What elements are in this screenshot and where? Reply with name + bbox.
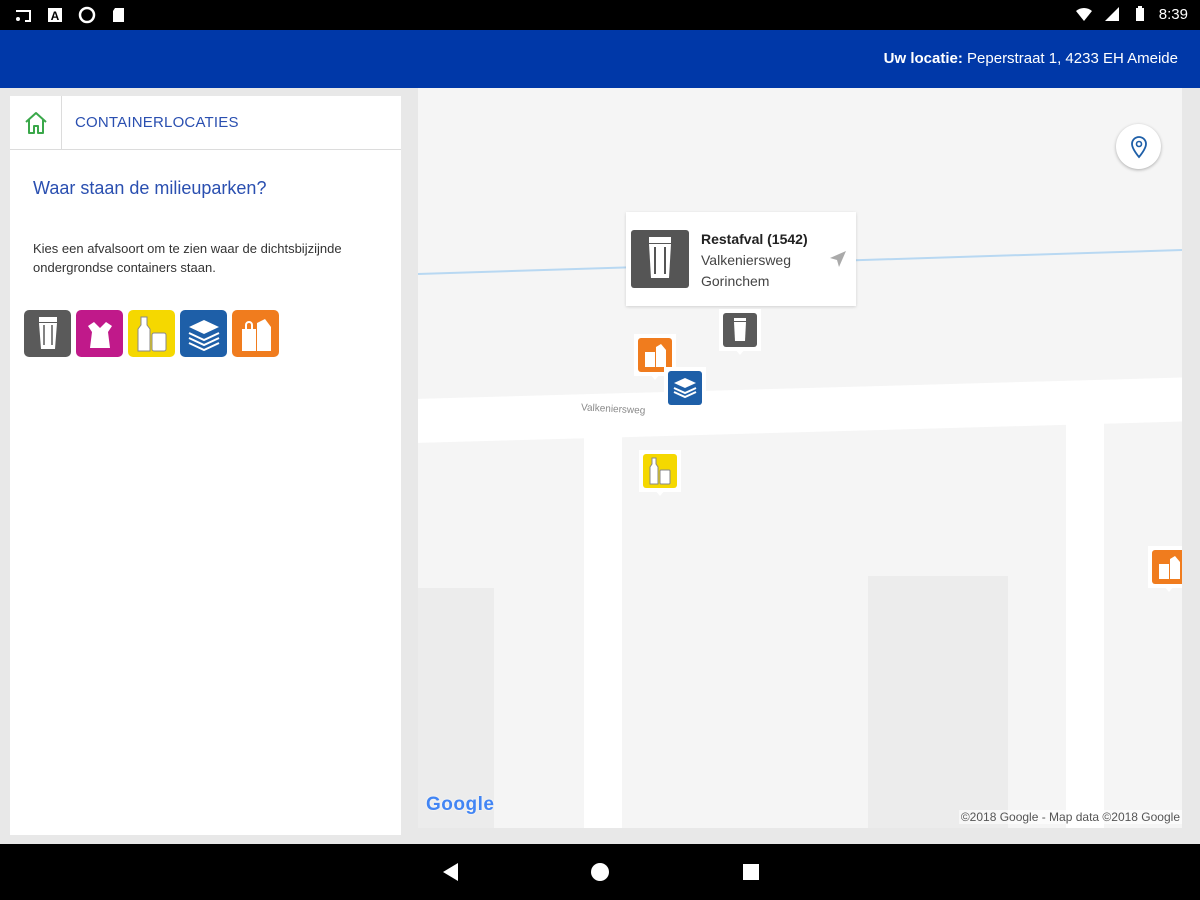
location-label: Uw locatie: <box>883 50 963 67</box>
waste-type-restafval-button[interactable] <box>24 310 71 357</box>
current-location[interactable]: Uw locatie: Peperstraat 1, 4233 EH Ameid… <box>884 50 1178 67</box>
map-building <box>418 588 494 828</box>
road-side-street <box>1066 406 1104 828</box>
recents-icon[interactable] <box>740 861 762 883</box>
wifi-icon <box>1075 7 1092 21</box>
location-value: Peperstraat 1, 4233 EH Ameide <box>967 50 1178 67</box>
svg-text:A: A <box>51 9 60 23</box>
plastic-bag-icon <box>87 321 112 348</box>
panel-description: Kies een afvalsoort om te zien waar de d… <box>33 241 342 275</box>
waste-type-textile-button[interactable] <box>232 310 279 357</box>
google-logo: Google <box>426 794 495 815</box>
map-building <box>868 576 1008 828</box>
home-circle-icon[interactable] <box>589 861 611 883</box>
waste-type-list <box>24 310 279 357</box>
home-button[interactable] <box>10 95 62 150</box>
popup-container-image <box>631 230 689 288</box>
waste-type-paper-button[interactable] <box>180 310 227 357</box>
paper-stack-icon <box>188 319 219 351</box>
map-marker-paper[interactable] <box>664 367 706 415</box>
restafval-bin-icon <box>38 316 57 349</box>
textile-bags-icon <box>241 318 271 351</box>
navigate-icon[interactable] <box>828 249 848 269</box>
map-marker-textile[interactable] <box>1148 546 1182 594</box>
sd-card-icon <box>113 8 124 22</box>
battery-icon <box>1135 6 1144 21</box>
panel-question: Waar staan de milieuparken? <box>33 178 267 198</box>
popup-title: Restafval (1542) <box>701 231 808 247</box>
clock: 8:39 <box>1158 5 1188 23</box>
map-marker-restafval[interactable] <box>719 309 761 357</box>
left-panel: CONTAINERLOCATIES Waar staan de milieupa… <box>10 95 401 835</box>
road-side-street <box>584 423 622 828</box>
restafval-bin-icon <box>723 313 757 347</box>
panel-header: CONTAINERLOCATIES <box>10 95 401 150</box>
app-header: Uw locatie: Peperstraat 1, 4233 EH Ameid… <box>0 30 1200 88</box>
popup-city: Gorinchem <box>701 273 770 289</box>
paper-stack-icon <box>668 371 702 405</box>
glass-bottles-icon <box>137 316 166 351</box>
back-icon[interactable] <box>440 861 462 883</box>
home-icon <box>24 111 47 134</box>
waste-type-plastic-button[interactable] <box>76 310 123 357</box>
navigation-bar <box>0 844 1200 900</box>
popup-street: Valkeniersweg <box>701 252 792 268</box>
map-attribution[interactable]: ©2018 Google - Map data ©2018 Google <box>958 810 1182 824</box>
container-popup[interactable]: Restafval (1542) Valkeniersweg Gorinchem <box>626 212 856 306</box>
waste-type-glass-button[interactable] <box>128 310 175 357</box>
map-marker-glass[interactable] <box>639 450 681 498</box>
restafval-bin-icon <box>649 237 671 278</box>
a-icon: A <box>48 8 62 23</box>
signal-icon <box>1104 7 1119 21</box>
map-view[interactable]: Valkeniersweg Restafval (1542) Valkenier… <box>418 88 1182 828</box>
my-location-button[interactable] <box>1116 124 1161 169</box>
circle-icon <box>78 6 96 24</box>
status-bar: A 8:39 <box>0 0 1200 30</box>
location-pin-icon <box>1130 135 1147 158</box>
cast-icon <box>16 10 31 22</box>
textile-bags-icon <box>1152 550 1182 584</box>
glass-bottles-icon <box>643 454 677 488</box>
panel-title: CONTAINERLOCATIES <box>75 114 239 131</box>
